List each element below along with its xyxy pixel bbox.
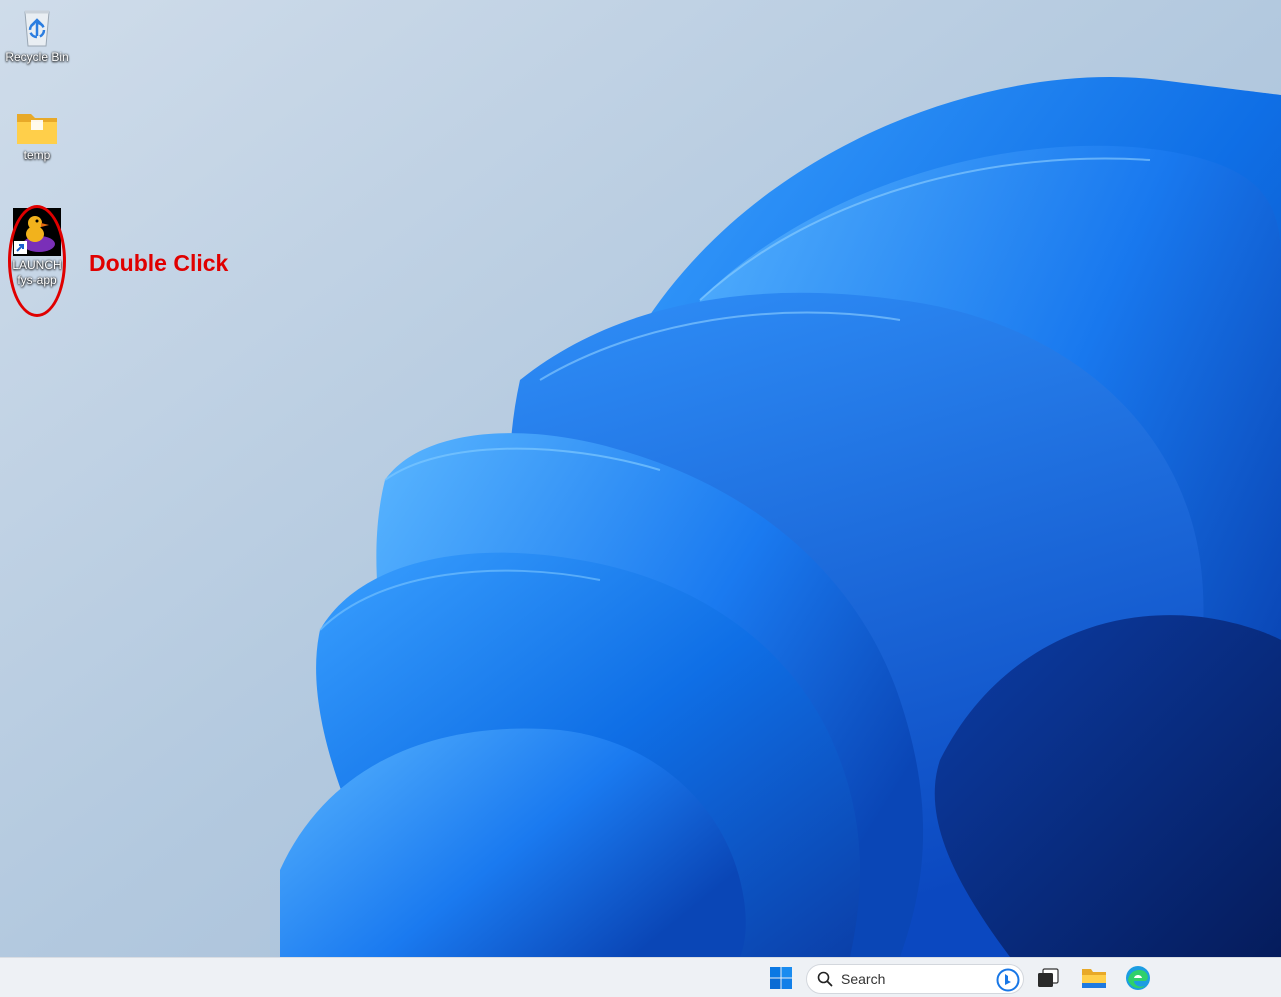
search-placeholder: Search [841, 971, 886, 987]
edge-button[interactable] [1120, 962, 1156, 994]
windows-start-icon [770, 967, 792, 989]
annotation-double-click: Double Click [89, 250, 229, 276]
task-view-icon [1038, 968, 1059, 987]
desktop-icon-recycle-bin[interactable]: Recycle Bin [0, 4, 74, 65]
search-icon [817, 971, 833, 987]
task-view-button[interactable] [1030, 962, 1066, 994]
annotation-circle [8, 205, 66, 317]
recycle-bin-label: Recycle Bin [5, 50, 69, 64]
file-explorer-icon [1082, 969, 1106, 988]
taskbar-search[interactable]: Search [806, 964, 1024, 994]
wallpaper-bloom [0, 0, 1281, 957]
folder-icon [17, 114, 57, 144]
start-button[interactable] [763, 962, 799, 994]
recycle-bin-icon [24, 10, 50, 47]
bing-icon[interactable] [996, 968, 1020, 997]
edge-icon [1126, 966, 1150, 990]
temp-folder-label: temp [23, 148, 51, 162]
file-explorer-button[interactable] [1076, 962, 1112, 994]
taskbar: Search [0, 957, 1281, 997]
desktop-icon-temp[interactable]: temp [0, 108, 74, 163]
desktop[interactable]: Recycle Bin temp LAUNCH fys-app Double C… [0, 0, 1281, 997]
